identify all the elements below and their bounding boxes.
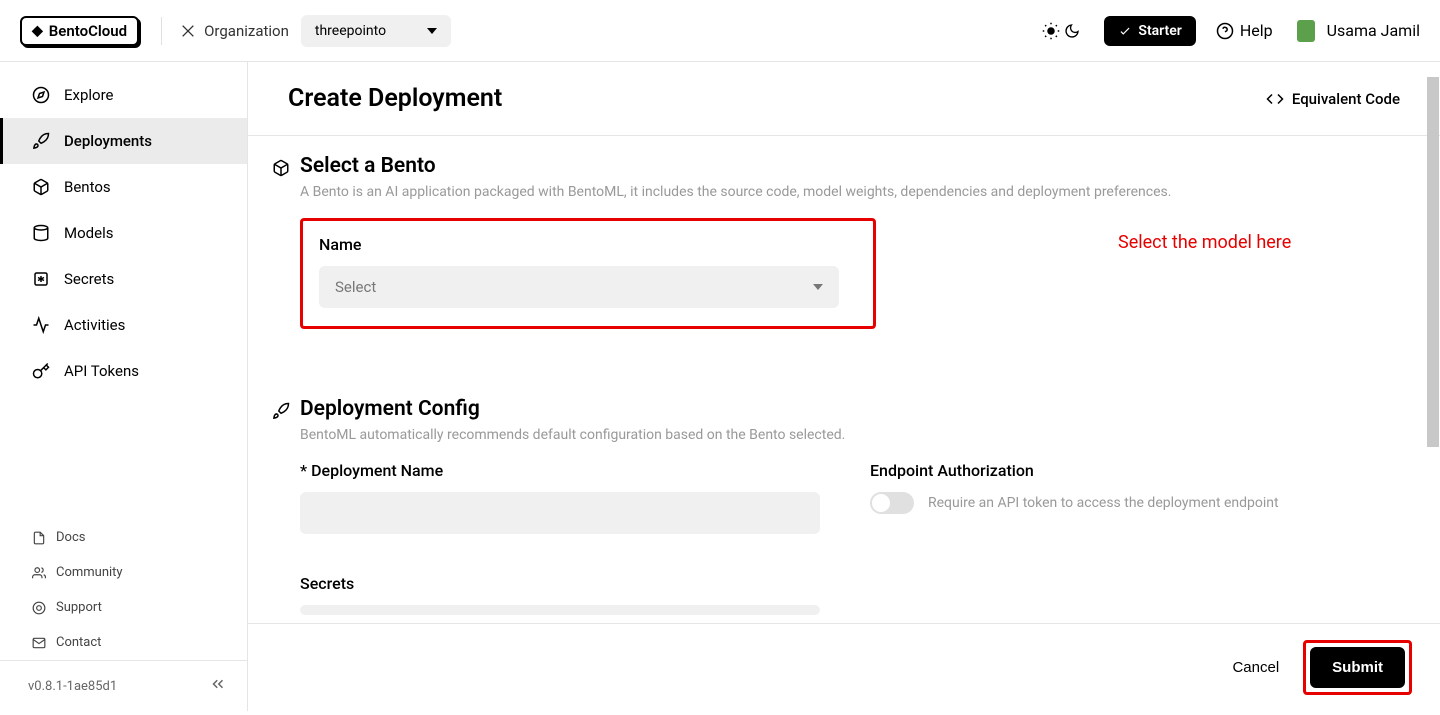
footer-docs[interactable]: Docs — [0, 520, 247, 555]
moon-icon — [1064, 23, 1080, 39]
org-value: threepointo — [315, 23, 386, 39]
package-icon — [272, 159, 290, 177]
endpoint-auth-label: Endpoint Authorization — [870, 461, 1400, 480]
help-label: Help — [1240, 21, 1273, 40]
doc-icon — [32, 531, 46, 545]
user-menu[interactable]: Usama Jamil — [1297, 20, 1420, 42]
equiv-code-label: Equivalent Code — [1292, 90, 1400, 108]
help-link[interactable]: Help — [1216, 21, 1273, 40]
secrets-label: Secrets — [300, 574, 1400, 593]
logo[interactable]: ◆ BentoCloud — [20, 16, 139, 46]
cancel-button[interactable]: Cancel — [1226, 649, 1285, 686]
sidebar-item-bentos[interactable]: Bentos — [0, 164, 247, 210]
starter-label: Starter — [1138, 23, 1181, 39]
compass-icon — [32, 86, 50, 104]
footer-label: Docs — [56, 530, 85, 545]
bento-name-highlight: Name Select — [300, 218, 876, 329]
database-icon — [32, 224, 50, 242]
footer-community[interactable]: Community — [0, 555, 247, 590]
mail-icon — [32, 636, 46, 650]
sidebar-item-models[interactable]: Models — [0, 210, 247, 256]
footer-label: Community — [56, 565, 123, 580]
lifebuoy-icon — [32, 601, 46, 615]
footer-support[interactable]: Support — [0, 590, 247, 625]
help-icon — [1216, 22, 1234, 40]
section-title: Select a Bento — [300, 154, 436, 178]
sun-icon — [1042, 22, 1060, 40]
divider — [161, 17, 162, 45]
deployment-name-input[interactable] — [300, 492, 820, 534]
org-select[interactable]: threepointo — [301, 15, 451, 47]
rocket-icon — [32, 132, 50, 150]
org-label-text: Organization — [204, 22, 289, 40]
select-placeholder: Select — [335, 278, 376, 296]
endpoint-auth-desc: Require an API token to access the deplo… — [928, 495, 1279, 511]
org-icon — [180, 23, 196, 39]
sidebar-item-label: Activities — [64, 316, 125, 334]
page-header: Create Deployment Equivalent Code — [248, 62, 1440, 136]
starter-button[interactable]: Starter — [1104, 16, 1195, 46]
section-desc: A Bento is an AI application packaged wi… — [300, 184, 1400, 200]
footer-label: Contact — [56, 635, 101, 650]
collapse-sidebar-button[interactable] — [209, 675, 227, 697]
org-label: Organization — [180, 22, 289, 40]
sidebar-item-label: Explore — [64, 86, 114, 104]
content: Create Deployment Equivalent Code Select… — [248, 62, 1440, 711]
submit-button[interactable]: Submit — [1310, 647, 1405, 688]
endpoint-auth-toggle[interactable] — [870, 492, 914, 514]
sidebar: Explore Deployments Bentos Models Secret… — [0, 62, 248, 711]
avatar — [1297, 20, 1315, 42]
sidebar-item-secrets[interactable]: Secrets — [0, 256, 247, 302]
annotation-text: Select the model here — [1118, 232, 1291, 253]
page-title: Create Deployment — [288, 84, 502, 113]
deployment-name-field: * Deployment Name — [300, 461, 830, 534]
bento-icon: ◆ — [32, 23, 43, 39]
scrollbar[interactable] — [1426, 62, 1440, 711]
scrollbar-thumb[interactable] — [1427, 77, 1439, 447]
sidebar-item-label: Models — [64, 224, 113, 242]
top-bar: ◆ BentoCloud Organization threepointo St… — [0, 0, 1440, 62]
endpoint-auth-field: Endpoint Authorization Require an API to… — [870, 461, 1400, 534]
user-name: Usama Jamil — [1327, 21, 1420, 40]
users-icon — [32, 566, 46, 580]
sidebar-item-explore[interactable]: Explore — [0, 72, 247, 118]
submit-highlight: Submit — [1303, 640, 1412, 695]
theme-toggle[interactable] — [1042, 22, 1080, 40]
package-icon — [32, 178, 50, 196]
code-icon — [1266, 90, 1284, 108]
caret-down-icon — [813, 284, 823, 290]
sidebar-item-deployments[interactable]: Deployments — [0, 118, 247, 164]
sidebar-item-activities[interactable]: Activities — [0, 302, 247, 348]
footer-label: Support — [56, 600, 102, 615]
asterisk-icon — [32, 270, 50, 288]
sidebar-item-api-tokens[interactable]: API Tokens — [0, 348, 247, 394]
equivalent-code-button[interactable]: Equivalent Code — [1266, 90, 1400, 108]
sidebar-item-label: API Tokens — [64, 362, 139, 380]
version-text: v0.8.1-1ae85d1 — [28, 679, 117, 694]
bento-select[interactable]: Select — [319, 266, 839, 308]
sidebar-item-label: Secrets — [64, 270, 114, 288]
name-label: Name — [319, 235, 857, 254]
brand-name: BentoCloud — [49, 22, 127, 40]
footer-contact[interactable]: Contact — [0, 625, 247, 660]
rocket-icon — [1118, 24, 1132, 38]
chevrons-left-icon — [209, 675, 227, 693]
secrets-select[interactable] — [300, 605, 820, 615]
sidebar-item-label: Bentos — [64, 178, 111, 196]
sidebar-item-label: Deployments — [64, 132, 152, 150]
deployment-name-label: * Deployment Name — [300, 461, 830, 480]
rocket-icon — [272, 402, 290, 420]
section-desc: BentoML automatically recommends default… — [300, 427, 1400, 443]
footer-bar: Cancel Submit — [248, 623, 1440, 711]
caret-down-icon — [427, 28, 437, 34]
section-deployment-config: Deployment Config BentoML automatically … — [248, 379, 1440, 615]
section-title: Deployment Config — [300, 397, 480, 421]
version-row: v0.8.1-1ae85d1 — [0, 660, 247, 711]
key-icon — [32, 362, 50, 380]
activity-icon — [32, 316, 50, 334]
